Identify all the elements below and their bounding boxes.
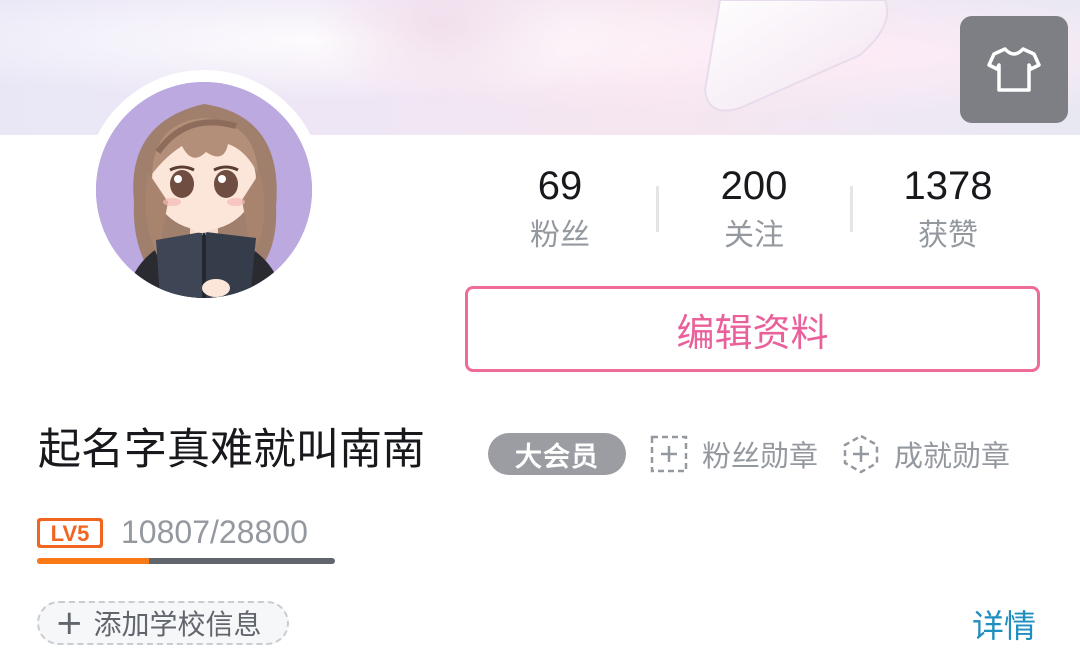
stat-divider xyxy=(656,186,659,232)
banner-play-shape xyxy=(703,0,889,112)
details-link[interactable]: 详情 xyxy=(972,604,1036,648)
stat-fans-label: 粉丝 xyxy=(530,218,590,253)
level-badge-text: LV5 xyxy=(51,521,90,546)
add-school-button[interactable]: + 添加学校信息 xyxy=(37,601,289,645)
achievement-medal-button[interactable]: 成就勋章 xyxy=(842,433,1010,475)
plus-icon: + xyxy=(55,603,84,643)
add-school-label: 添加学校信息 xyxy=(93,608,262,641)
stat-following[interactable]: 200 关注 xyxy=(674,160,834,260)
level-badge[interactable]: LV5 xyxy=(37,518,103,548)
t-shirt-icon xyxy=(987,46,1041,92)
profile-page: 69 粉丝 200 关注 1378 获赞 编辑资料 起名字真难就叫南南 大会员 … xyxy=(0,0,1080,649)
stat-fans-value: 69 xyxy=(537,164,583,208)
vip-badge[interactable]: 大会员 xyxy=(488,433,626,475)
change-skin-button[interactable] xyxy=(960,16,1068,123)
stat-likes[interactable]: 1378 获赞 xyxy=(868,160,1028,260)
achievement-medal-label: 成就勋章 xyxy=(894,439,1011,473)
fan-medal-button[interactable]: 粉丝勋章 xyxy=(650,433,818,475)
add-achievement-medal-icon xyxy=(843,434,879,474)
username: 起名字真难就叫南南 xyxy=(38,425,425,475)
fan-medal-label: 粉丝勋章 xyxy=(702,439,819,473)
edit-profile-button[interactable]: 编辑资料 xyxy=(465,286,1040,372)
exp-text: 10807/28800 xyxy=(121,514,308,550)
stat-following-label: 关注 xyxy=(724,218,784,253)
exp-progress-bar xyxy=(37,558,335,564)
stat-likes-value: 1378 xyxy=(903,164,993,208)
exp-progress-fill xyxy=(37,558,149,564)
banner-decoration xyxy=(310,0,570,110)
stat-fans[interactable]: 69 粉丝 xyxy=(480,160,640,260)
anime-girl-reading-avatar xyxy=(96,82,312,298)
stat-likes-label: 获赞 xyxy=(918,218,978,253)
stat-following-value: 200 xyxy=(720,164,788,208)
add-fan-medal-icon xyxy=(650,435,688,473)
avatar[interactable] xyxy=(96,82,312,298)
stat-divider xyxy=(850,186,853,232)
